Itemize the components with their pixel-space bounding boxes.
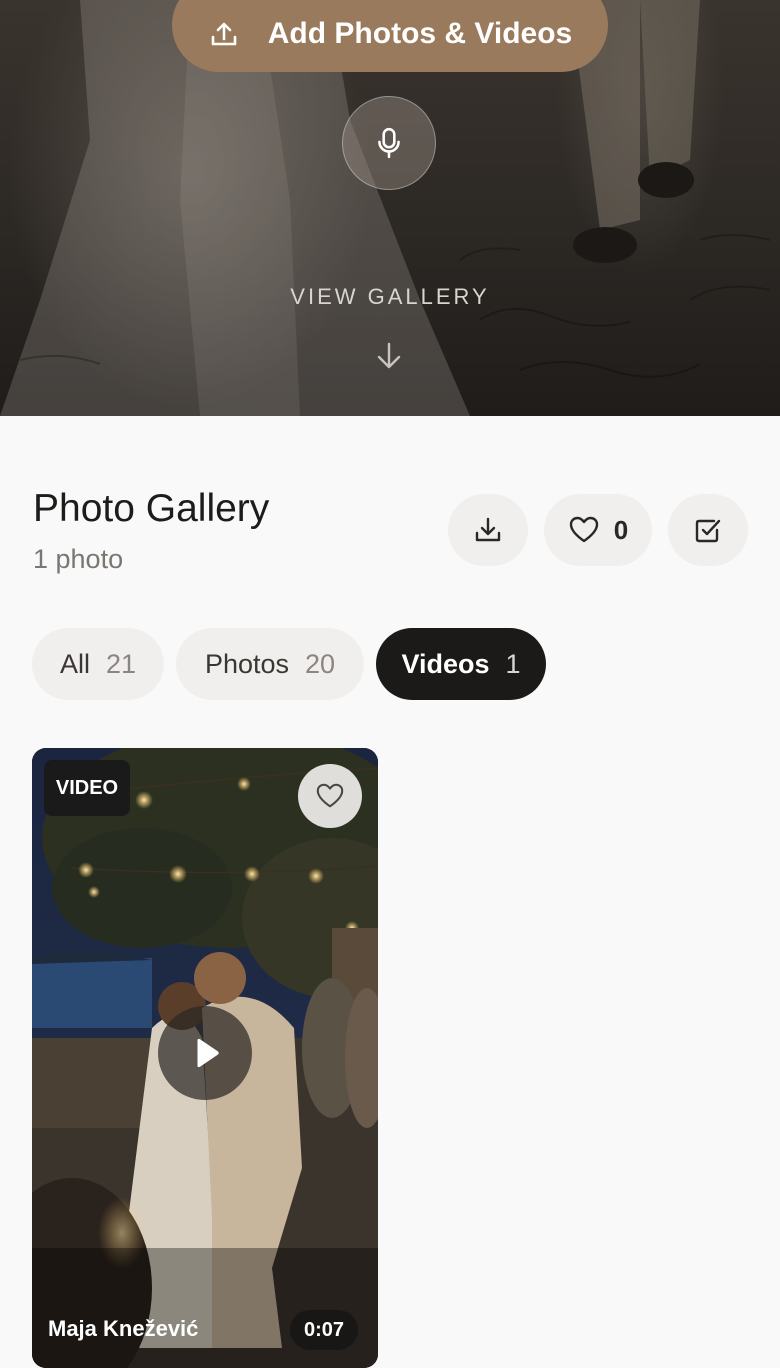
filter-tab-label: All	[59, 648, 90, 679]
media-card[interactable]: VIDEO Maja Knežević 0:07	[32, 748, 378, 1368]
filter-tab-count: 1	[505, 648, 521, 679]
download-all-button[interactable]	[448, 494, 528, 566]
select-mode-button[interactable]	[668, 494, 748, 566]
filter-tab-count: 20	[305, 648, 336, 679]
favorites-button[interactable]: 0	[544, 494, 652, 566]
filter-tab-videos[interactable]: Videos 1	[376, 628, 546, 700]
microphone-icon	[378, 127, 400, 159]
view-gallery-link[interactable]: VIEW GALLERY	[0, 284, 780, 310]
play-button[interactable]	[158, 1006, 252, 1100]
filter-tab-label: Videos	[401, 648, 490, 679]
page-title: Photo Gallery	[33, 487, 270, 530]
hero-banner: Add Photos & Videos VIEW GALLERY	[0, 0, 780, 416]
arrow-down-icon[interactable]	[373, 340, 405, 372]
photo-count: 1 photo	[33, 544, 124, 574]
download-icon	[475, 517, 501, 542]
checkbox-icon	[695, 519, 721, 543]
filter-tab-count: 21	[105, 648, 137, 679]
play-icon	[197, 1038, 219, 1068]
add-photos-videos-label: Add Photos & Videos	[267, 17, 573, 50]
video-badge: VIDEO	[44, 760, 130, 816]
heart-icon	[569, 516, 598, 543]
filter-tab-photos[interactable]: Photos 20	[176, 628, 364, 700]
filter-tab-label: Photos	[204, 648, 289, 679]
filter-tab-all[interactable]: All 21	[32, 628, 164, 700]
add-photos-videos-button[interactable]: Add Photos & Videos	[172, 0, 608, 72]
heart-icon	[316, 783, 344, 808]
voice-message-button[interactable]	[342, 96, 436, 190]
like-button[interactable]	[298, 764, 362, 828]
video-duration: 0:07	[290, 1310, 359, 1350]
uploader-name: Maja Knežević	[48, 1316, 199, 1341]
favorites-count: 0	[613, 514, 629, 545]
upload-icon	[211, 22, 237, 46]
